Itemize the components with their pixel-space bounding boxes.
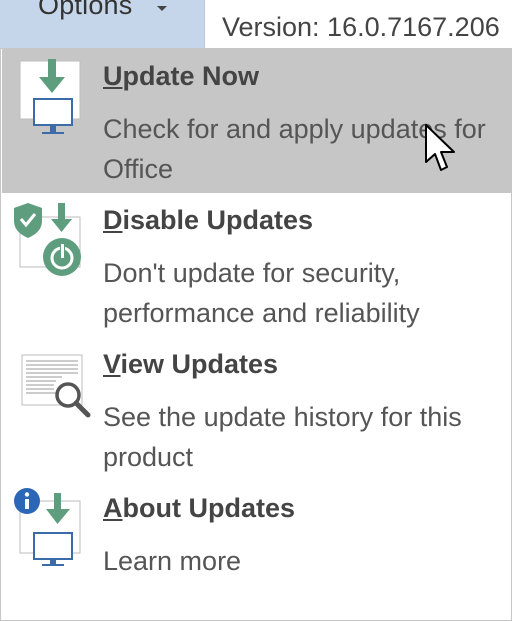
menu-item-description: Don't update for security, performance a… [103,258,420,328]
mouse-pointer-icon [425,124,455,171]
view-updates-icon [21,354,91,418]
disable-updates-icon [14,203,81,276]
top-bar: Options Version: 16.0.7167.206 [0,0,513,48]
chevron-down-icon [157,6,167,11]
version-text: Version: 16.0.7167.206 [222,12,500,42]
about-updates-icon [14,488,81,566]
menu-item-title: About Updates [103,493,295,523]
menu-item-view-updates[interactable]: View Updates See the update history for … [2,337,511,481]
menu-item-description: See the update history for this product [103,402,462,472]
options-label: Options [38,0,133,20]
menu-item-title: Update Now [103,61,260,91]
menu-item-disable-updates[interactable]: Disable Updates Don't update for securit… [2,193,511,337]
options-button[interactable]: Options [0,0,205,48]
menu-item-description: Learn more [103,546,242,576]
menu-item-title: View Updates [103,349,279,379]
update-now-icon [19,59,81,134]
menu-item-title: Disable Updates [103,205,314,235]
menu-item-about-updates[interactable]: About Updates Learn more [2,481,511,611]
